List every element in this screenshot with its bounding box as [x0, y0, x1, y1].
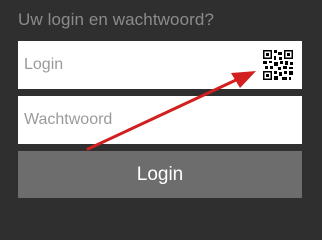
login-button[interactable]: Login	[18, 151, 302, 198]
password-input[interactable]	[18, 96, 302, 144]
login-field-container	[18, 41, 302, 89]
qr-code-icon[interactable]	[262, 49, 294, 81]
form-title: Uw login en wachtwoord?	[18, 10, 215, 29]
login-input[interactable]	[18, 41, 302, 89]
password-field-container	[18, 96, 302, 144]
